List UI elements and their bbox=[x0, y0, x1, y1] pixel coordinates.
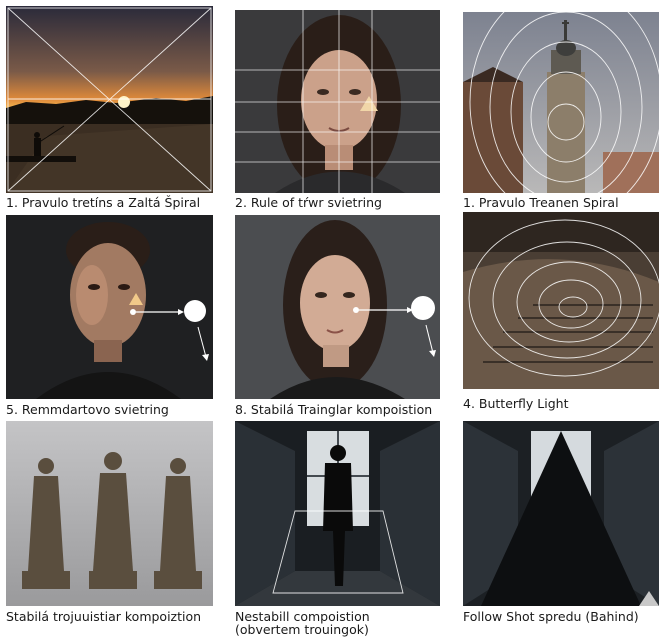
photo-corridor-figure bbox=[235, 421, 440, 606]
photo-spiral-staircase bbox=[463, 212, 659, 389]
photo-baroque-tower bbox=[463, 12, 659, 193]
caption-5: 8. Stabilá Trainglar kompoistion bbox=[235, 402, 433, 417]
photo-corridor-triangle bbox=[463, 421, 659, 606]
caption-4: 5. Remmdartovo svietring bbox=[6, 402, 169, 417]
photo-man-portrait bbox=[6, 215, 213, 399]
caption-6: 4. Butterfly Light bbox=[463, 396, 569, 411]
photo-woman-portrait bbox=[235, 10, 440, 193]
photo-three-statues bbox=[6, 421, 213, 606]
photo-woman-dark bbox=[235, 215, 440, 399]
caption-2: 2. Rule of tŕwr svietring bbox=[235, 195, 382, 210]
caption-9: Follow Shot spredu (Bahind) bbox=[463, 609, 639, 624]
caption-1: 1. Pravulo tretíns a Zaltá Špiral bbox=[6, 195, 201, 210]
caption-7: Stabilá trojuuistiar kompoiztion bbox=[6, 609, 202, 624]
photo-sunset-lake bbox=[6, 6, 213, 193]
caption-8b: (obvertem trouingok) bbox=[235, 622, 369, 637]
caption-3: 1. Pravulo Treanen Spiral bbox=[463, 195, 619, 210]
